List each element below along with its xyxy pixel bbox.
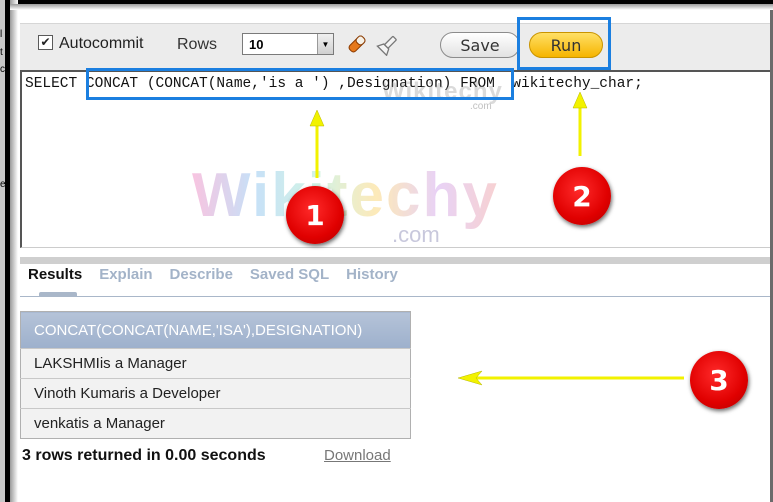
autocommit-checkbox[interactable]: ✔ Autocommit <box>38 34 144 53</box>
tab-history[interactable]: History <box>346 266 398 283</box>
table-cell: Vinoth Kumaris a Developer <box>20 378 411 409</box>
eraser-icon[interactable] <box>345 32 369 56</box>
tab-saved-sql[interactable]: Saved SQL <box>250 266 329 283</box>
tab-results[interactable]: Results <box>28 266 82 283</box>
table-cell: LAKSHMIis a Manager <box>20 348 411 379</box>
step-badge-1: 1 <box>286 186 344 244</box>
results-table: CONCAT(CONCAT(NAME,'ISA'),DESIGNATION) L… <box>20 311 411 439</box>
column-header: CONCAT(CONCAT(NAME,'ISA'),DESIGNATION) <box>20 311 411 349</box>
table-row: venkatis a Manager <box>20 408 411 439</box>
concat-highlight-box <box>86 68 514 100</box>
arrow-left-icon <box>457 370 684 386</box>
results-tabs: Results Explain Describe Saved SQL Histo… <box>28 266 415 283</box>
tab-divider <box>20 296 770 297</box>
table-cell: venkatis a Manager <box>20 408 411 439</box>
frame-shadow <box>10 0 18 502</box>
autocommit-label: Autocommit <box>59 35 144 52</box>
checkbox-icon[interactable]: ✔ <box>38 34 53 50</box>
flashlight-icon[interactable] <box>376 32 400 56</box>
arrow-up-icon <box>572 91 588 156</box>
stray-char: t <box>0 47 3 58</box>
rows-select[interactable]: 10 ▼ <box>242 33 334 55</box>
watermark-domain-small: .com <box>470 101 492 112</box>
step-badge-3: 3 <box>690 351 748 409</box>
watermark-domain: .com <box>392 222 440 247</box>
tab-describe[interactable]: Describe <box>170 266 233 283</box>
table-header-row: CONCAT(CONCAT(NAME,'ISA'),DESIGNATION) <box>20 311 411 349</box>
rows-returned-status: 3 rows returned in 0.00 seconds <box>22 447 266 464</box>
table-row: LAKSHMIis a Manager <box>20 348 411 379</box>
sql-toolbar: ✔ Autocommit Rows 10 ▼ Save Run <box>20 23 770 70</box>
chevron-down-icon[interactable]: ▼ <box>317 34 333 54</box>
frame-shadow <box>10 4 773 10</box>
download-link[interactable]: Download <box>324 447 391 464</box>
step-badge-2: 2 <box>553 167 611 225</box>
arrow-up-icon <box>309 109 325 178</box>
watermark-logo: Wikitechy <box>192 161 499 230</box>
run-highlight-box <box>517 17 611 70</box>
table-row: Vinoth Kumaris a Developer <box>20 378 411 409</box>
rows-label: Rows <box>177 36 218 53</box>
tab-explain[interactable]: Explain <box>99 266 152 283</box>
save-button[interactable]: Save <box>440 32 520 58</box>
pane-splitter[interactable] <box>20 257 770 264</box>
stray-char: l <box>0 29 3 40</box>
rows-value: 10 <box>249 37 264 52</box>
